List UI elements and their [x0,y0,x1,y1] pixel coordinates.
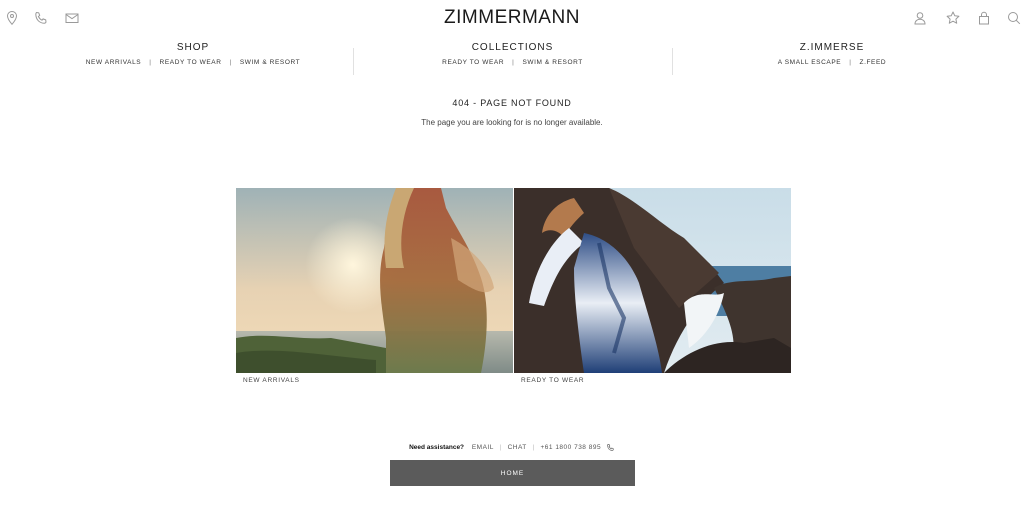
assistance-separator: | [499,444,502,452]
tile-new-arrivals-caption[interactable]: NEW ARRIVALS [243,377,300,384]
nav-shop-swim-resort[interactable]: SWIM & RESORT [240,59,300,66]
nav-zimmerse-zfeed[interactable]: Z.FEED [860,59,887,66]
assistance-phone-link[interactable]: +61 1800 738 895 [540,444,601,451]
error-title: 404 - PAGE NOT FOUND [452,98,572,108]
nav-separator: | [849,59,852,66]
nav-shop-new-arrivals[interactable]: NEW ARRIVALS [86,59,141,66]
nav-collections-ready-to-wear[interactable]: READY TO WEAR [442,59,504,66]
phone-small-icon[interactable] [606,443,615,452]
nav-separator: | [149,59,152,66]
assistance-email-link[interactable]: EMAIL [472,444,494,451]
assistance-chat-link[interactable]: CHAT [508,444,527,451]
wishlist-star-icon[interactable] [945,10,961,26]
nav-zimmerse-small-escape[interactable]: A SMALL ESCAPE [778,59,841,66]
tile-new-arrivals-image[interactable] [236,188,513,373]
assistance-label: Need assistance? [409,444,465,452]
home-button[interactable]: HOME [390,460,635,486]
tile-ready-to-wear-caption[interactable]: READY TO WEAR [521,377,584,384]
nav-shop-title[interactable]: SHOP [33,42,353,54]
nav-separator: | [229,59,232,66]
nav-collections-title[interactable]: COLLECTIONS [353,42,672,54]
tile-ready-to-wear-image[interactable] [514,188,791,373]
account-icon[interactable] [912,10,928,26]
bag-lock-icon[interactable] [976,10,992,26]
nav-collections: COLLECTIONS READY TO WEAR | SWIM & RESORT [353,42,672,66]
nav-collections-swim-resort[interactable]: SWIM & RESORT [522,59,582,66]
nav-zimmerse-title[interactable]: Z.IMMERSE [672,42,992,54]
nav-shop: SHOP NEW ARRIVALS | READY TO WEAR | SWIM & R… [33,42,353,66]
nav-zimmerse: Z.IMMERSE A SMALL ESCAPE | Z.FEED [672,42,992,66]
error-message: The page you are looking for is no longe… [421,118,603,127]
brand-logo[interactable]: ZIMMERMANN [0,7,1024,29]
assistance-separator: | [532,444,535,452]
nav-separator: | [512,59,515,66]
assistance-row: Need assistance? EMAIL | CHAT | +61 1800 738… [0,443,1024,452]
search-icon[interactable] [1006,10,1022,26]
nav-shop-ready-to-wear[interactable]: READY TO WEAR [160,59,222,66]
